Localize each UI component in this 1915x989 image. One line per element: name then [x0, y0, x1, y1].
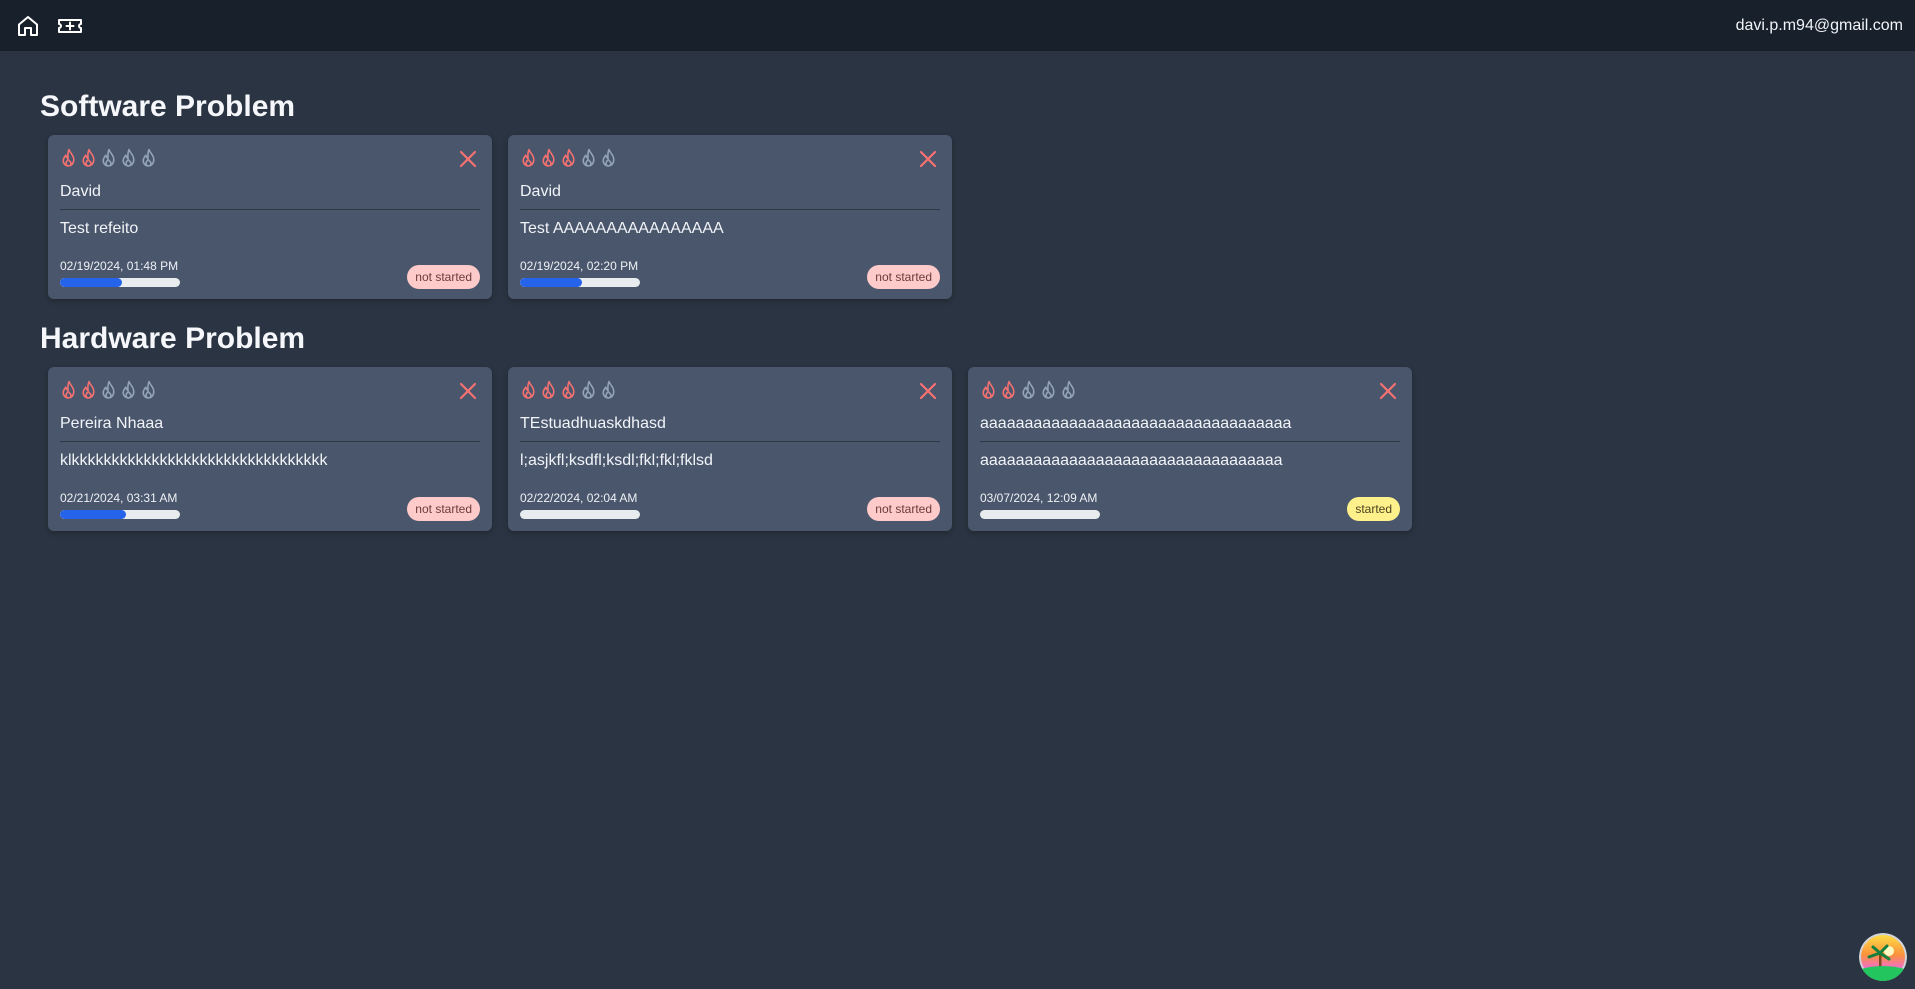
flame-inactive-icon[interactable] — [140, 148, 157, 167]
user-avatar[interactable] — [1859, 933, 1907, 981]
flame-inactive-icon[interactable] — [100, 148, 117, 167]
status-badge[interactable]: started — [1347, 497, 1400, 521]
close-icon[interactable] — [458, 381, 478, 401]
ticket-footer: 02/22/2024, 02:04 AM not started — [520, 489, 940, 521]
ticket-date: 02/21/2024, 03:31 AM — [60, 491, 178, 505]
priority-rating[interactable] — [60, 147, 480, 167]
flame-active-icon[interactable] — [560, 148, 577, 167]
ticket-description: l;asjkfl;ksdfl;ksdl;fkl;fkl;fklsd — [520, 452, 713, 469]
hardware-card-list: Pereira Nhaaa klkkkkkkkkkkkkkkkkkkkkkkkkk… — [48, 367, 1412, 531]
ticket-card[interactable]: aaaaaaaaaaaaaaaaaaaaaaaaaaaaaaaaaaa aaaaa… — [968, 367, 1412, 531]
flame-active-icon[interactable] — [80, 380, 97, 399]
ticket-description: klkkkkkkkkkkkkkkkkkkkkkkkkkkkkkkkk — [60, 452, 328, 469]
flame-active-icon[interactable] — [60, 148, 77, 167]
flame-inactive-icon[interactable] — [580, 148, 597, 167]
ticket-description: aaaaaaaaaaaaaaaaaaaaaaaaaaaaaaaaaa — [980, 452, 1283, 469]
ticket-author: TEstuadhuaskdhasd — [520, 415, 940, 442]
flame-inactive-icon[interactable] — [1060, 380, 1077, 399]
ticket-plus-icon[interactable] — [56, 12, 84, 40]
home-icon[interactable] — [14, 12, 42, 40]
software-card-list: David Test refeito 02/19/2024, 01:48 PM not… — [48, 135, 952, 299]
progress-fill — [60, 510, 126, 519]
ticket-description: Test refeito — [60, 220, 139, 237]
ticket-card[interactable]: TEstuadhuaskdhasd l;asjkfl;ksdfl;ksdl;fkl… — [508, 367, 952, 531]
progress-fill — [60, 278, 123, 287]
progress-bar — [520, 278, 640, 287]
close-icon[interactable] — [918, 381, 938, 401]
ticket-footer: 03/07/2024, 12:09 AM started — [980, 489, 1400, 521]
progress-fill — [520, 278, 583, 287]
status-badge[interactable]: not started — [867, 265, 940, 289]
ticket-author: David — [60, 183, 480, 210]
flame-inactive-icon[interactable] — [1020, 380, 1037, 399]
ticket-date: 03/07/2024, 12:09 AM — [980, 491, 1098, 505]
ticket-date: 02/19/2024, 01:48 PM — [60, 259, 179, 273]
user-email[interactable]: davi.p.m94@gmail.com — [1736, 17, 1903, 35]
priority-rating[interactable] — [520, 379, 940, 399]
ticket-date: 02/22/2024, 02:04 AM — [520, 491, 638, 505]
ticket-card[interactable]: David Test refeito 02/19/2024, 01:48 PM not… — [48, 135, 492, 299]
ticket-footer: 02/19/2024, 01:48 PM not started — [60, 257, 480, 289]
flame-inactive-icon[interactable] — [580, 380, 597, 399]
ticket-description: Test AAAAAAAAAAAAAAAA — [520, 220, 724, 237]
ticket-footer: 02/19/2024, 02:20 PM not started — [520, 257, 940, 289]
flame-active-icon[interactable] — [540, 148, 557, 167]
flame-inactive-icon[interactable] — [120, 148, 137, 167]
flame-inactive-icon[interactable] — [1040, 380, 1057, 399]
ticket-author: David — [520, 183, 940, 210]
flame-active-icon[interactable] — [540, 380, 557, 399]
status-badge[interactable]: not started — [407, 265, 480, 289]
priority-rating[interactable] — [520, 147, 940, 167]
flame-inactive-icon[interactable] — [120, 380, 137, 399]
priority-rating[interactable] — [980, 379, 1400, 399]
flame-active-icon[interactable] — [520, 380, 537, 399]
ticket-author: Pereira Nhaaa — [60, 415, 480, 442]
progress-bar — [980, 510, 1100, 519]
flame-inactive-icon[interactable] — [100, 380, 117, 399]
close-icon[interactable] — [458, 149, 478, 169]
ticket-card[interactable]: David Test AAAAAAAAAAAAAAAA 02/19/2024, 02… — [508, 135, 952, 299]
flame-inactive-icon[interactable] — [600, 148, 617, 167]
ticket-author: aaaaaaaaaaaaaaaaaaaaaaaaaaaaaaaaaaa — [980, 415, 1400, 442]
flame-active-icon[interactable] — [520, 148, 537, 167]
progress-bar — [520, 510, 640, 519]
ticket-footer: 02/21/2024, 03:31 AM not started — [60, 489, 480, 521]
flame-active-icon[interactable] — [1000, 380, 1017, 399]
priority-rating[interactable] — [60, 379, 480, 399]
status-badge[interactable]: not started — [867, 497, 940, 521]
flame-active-icon[interactable] — [80, 148, 97, 167]
flame-inactive-icon[interactable] — [600, 380, 617, 399]
section-title-hardware: Hardware Problem — [40, 322, 306, 355]
flame-active-icon[interactable] — [980, 380, 997, 399]
ticket-card[interactable]: Pereira Nhaaa klkkkkkkkkkkkkkkkkkkkkkkkkk… — [48, 367, 492, 531]
close-icon[interactable] — [1378, 381, 1398, 401]
progress-bar — [60, 510, 180, 519]
close-icon[interactable] — [918, 149, 938, 169]
section-title-software: Software Problem — [40, 90, 296, 123]
top-navbar: davi.p.m94@gmail.com — [0, 0, 1915, 51]
flame-inactive-icon[interactable] — [140, 380, 157, 399]
flame-active-icon[interactable] — [560, 380, 577, 399]
status-badge[interactable]: not started — [407, 497, 480, 521]
flame-active-icon[interactable] — [60, 380, 77, 399]
ticket-date: 02/19/2024, 02:20 PM — [520, 259, 639, 273]
progress-bar — [60, 278, 180, 287]
